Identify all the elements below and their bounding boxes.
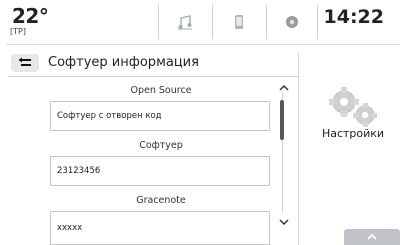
scroll-down-icon[interactable] [278, 217, 290, 227]
title-divider [8, 76, 298, 77]
scroll-up-icon[interactable] [278, 83, 290, 93]
settings-label: Настройки [321, 127, 385, 140]
phone-tab[interactable] [212, 5, 264, 39]
chevron-up-icon [367, 233, 377, 240]
audio-tab[interactable] [158, 5, 210, 39]
circle-tab[interactable] [266, 5, 318, 39]
back-arrow-icon [18, 57, 31, 66]
status-bar: 22° [TP] 14:22 [0, 0, 406, 45]
circle-icon [286, 16, 298, 28]
temperature-value: 22° [12, 4, 49, 28]
software-info-panel: Софтуер информация Open Source Софтуер с… [8, 52, 298, 245]
open-source-label: Open Source [130, 85, 192, 96]
gracenote-label: Gracenote [136, 195, 186, 206]
temperature-display[interactable]: 22° [TP] [0, 0, 145, 43]
clock: 14:22 [323, 6, 384, 28]
scrollbar-thumb[interactable] [280, 100, 284, 140]
settings-button[interactable]: Настройки [306, 87, 398, 162]
software-label: Софтуер [139, 140, 183, 151]
page-title: Софтуер информация [48, 55, 199, 70]
software-version-field[interactable]: 23123456 [50, 156, 270, 186]
gracenote-field[interactable]: xxxxx [50, 211, 270, 245]
sidebar-divider [298, 52, 299, 245]
phone-icon [234, 15, 243, 29]
gears-icon [329, 87, 377, 127]
back-button[interactable] [11, 54, 39, 72]
music-note-icon [177, 15, 192, 30]
traffic-program-indicator: [TP] [10, 27, 26, 36]
status-divider [6, 44, 400, 45]
expand-button[interactable] [344, 229, 400, 245]
open-source-field[interactable]: Софтуер с отворен код [50, 101, 270, 131]
